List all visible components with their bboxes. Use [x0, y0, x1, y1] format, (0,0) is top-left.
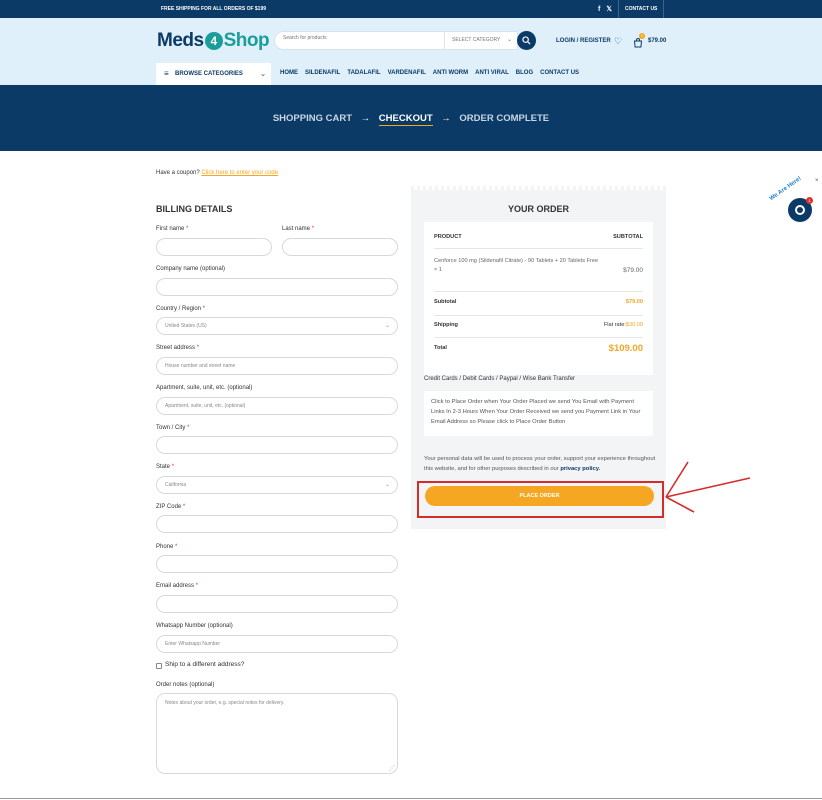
arrow-right-icon: →: [360, 113, 371, 124]
order-table: PRODUCT SUBTOTAL Cenforce 100 mg (Silden…: [424, 222, 653, 375]
subtotal-row: Subtotal $79.00: [434, 299, 643, 305]
email-label: Email address *: [156, 583, 199, 589]
phone-input[interactable]: [156, 555, 398, 573]
country-label: Country / Region *: [156, 306, 206, 312]
chat-button[interactable]: 1: [788, 197, 813, 222]
table-row: Cenforce 100 mg (Sildenafil Citrate) - 9…: [434, 257, 643, 275]
login-register-link[interactable]: LOGIN / REGISTER: [556, 38, 611, 44]
search-button[interactable]: [517, 31, 536, 50]
billing-title: BILLING DETAILS: [156, 204, 233, 214]
street-label: Street address *: [156, 345, 200, 351]
product-price: $79.00: [623, 267, 643, 274]
whatsapp-input[interactable]: Enter Whatsapp Number: [156, 635, 398, 653]
product-qty: × 1: [434, 267, 442, 273]
whatsapp-label: Whatsapp Number (optional): [156, 623, 233, 629]
email-input[interactable]: [156, 595, 398, 613]
state-label: State *: [156, 464, 175, 470]
step-order-complete: ORDER COMPLETE: [459, 113, 550, 124]
order-notes-label: Order notes (optional): [156, 682, 215, 688]
order-title: YOUR ORDER: [507, 204, 569, 214]
privacy-notice: Your personal data will be used to proce…: [424, 456, 656, 472]
resize-handle-icon[interactable]: ⋰: [389, 765, 395, 772]
menu-icon: ≡: [164, 69, 169, 78]
chat-notification-badge: 1: [806, 197, 813, 204]
chat-bubble-icon: [795, 205, 805, 215]
payment-method-label[interactable]: Credit Cards / Debit Cards / Paypal / Wi…: [424, 376, 575, 382]
nav-item-anti-viral[interactable]: ANTI VIRAL: [475, 70, 509, 76]
last-name-input[interactable]: [282, 238, 398, 256]
page-bottom-border: [0, 798, 822, 799]
apartment-label: Apartment, suite, unit, etc. (optional): [156, 385, 253, 391]
nav-item-blog[interactable]: BLOG: [516, 70, 533, 76]
street-input[interactable]: House number and street name: [156, 357, 398, 375]
category-select[interactable]: SELECT CATEGORY ⌄: [444, 32, 518, 49]
step-checkout[interactable]: CHECKOUT: [378, 113, 433, 126]
shipping-row: Shipping Flat rate:$30.00: [434, 322, 643, 328]
top-bar: FREE SHIPPING FOR ALL ORDERS OF $199 f 𝕏…: [0, 0, 822, 18]
chat-close-icon[interactable]: ×: [815, 178, 819, 184]
nav-item-anti-worm[interactable]: ANTI WORM: [433, 70, 468, 76]
total-row: Total $109.00: [434, 343, 643, 354]
country-select[interactable]: United States (US) ⌄: [156, 317, 398, 335]
facebook-icon[interactable]: f: [598, 6, 600, 13]
nav-item-tadalafil[interactable]: TADALAFIL: [347, 70, 380, 76]
order-summary: YOUR ORDER PRODUCT SUBTOTAL Cenforce 100…: [411, 186, 666, 529]
free-shipping-notice: FREE SHIPPING FOR ALL ORDERS OF $199: [161, 6, 267, 12]
privacy-policy-link[interactable]: privacy policy.: [560, 466, 600, 472]
phone-label: Phone *: [156, 544, 178, 550]
apartment-input[interactable]: Apartment, suite, unit, etc. (optional): [156, 397, 398, 415]
zip-label: ZIP Code *: [156, 504, 186, 510]
coupon-notice: Have a coupon? Click here to enter your …: [156, 170, 279, 176]
top-contact-link[interactable]: CONTACT US: [625, 6, 657, 12]
order-notes-textarea[interactable]: Notes about your order, e.g. special not…: [156, 693, 398, 774]
nav-item-contact[interactable]: CONTACT US: [540, 70, 579, 76]
search-input[interactable]: [283, 35, 433, 41]
main-nav: HOME SILDENAFIL TADALAFIL VARDENAFIL ANT…: [280, 70, 579, 76]
zigzag-edge: [411, 186, 666, 190]
arrow-right-icon: →: [441, 113, 451, 124]
chevron-down-icon: ⌄: [506, 37, 512, 43]
town-input[interactable]: [156, 436, 398, 454]
step-shopping-cart[interactable]: SHOPPING CART: [273, 113, 352, 124]
first-name-label: First name *: [156, 226, 189, 232]
divider: [434, 248, 643, 249]
zip-input[interactable]: [156, 515, 398, 533]
nav-item-vardenafil[interactable]: VARDENAFIL: [388, 70, 426, 76]
chevron-down-icon: ⌄: [384, 482, 390, 488]
search-bar: SELECT CATEGORY⌄: [274, 31, 518, 50]
highlight-box: [417, 481, 664, 518]
table-header: PRODUCT SUBTOTAL: [434, 234, 643, 240]
checkout-steps-banner: SHOPPING CART → CHECKOUT → ORDER COMPLET…: [0, 85, 822, 151]
first-name-input[interactable]: [156, 238, 272, 256]
nav-item-sildenafil[interactable]: SILDENAFIL: [305, 70, 340, 76]
search-icon: [522, 36, 531, 45]
divider: [663, 0, 665, 18]
chevron-down-icon: ⌄: [260, 71, 266, 78]
site-logo[interactable]: Meds 4 Shop: [157, 30, 270, 52]
annotation-arrow: [665, 461, 751, 513]
ship-different-checkbox[interactable]: [156, 663, 162, 669]
state-select[interactable]: California ⌄: [156, 476, 398, 494]
cart-total[interactable]: $79.00: [648, 38, 666, 44]
nav-item-home[interactable]: HOME: [280, 70, 298, 76]
company-input[interactable]: [156, 278, 398, 296]
x-icon[interactable]: 𝕏: [606, 5, 612, 13]
ship-different-label[interactable]: Ship to a different address?: [165, 661, 244, 668]
company-label: Company name (optional): [156, 266, 226, 272]
product-name: Cenforce 100 mg (Sildenafil Citrate) - 9…: [434, 258, 599, 264]
chevron-down-icon: ⌄: [384, 323, 390, 329]
wishlist-heart-icon[interactable]: ♡: [614, 36, 622, 47]
divider: [434, 291, 643, 292]
payment-description: Click to Place Order when Your Order Pla…: [424, 391, 653, 436]
divider: [617, 0, 619, 18]
coupon-link[interactable]: Click here to enter your code: [201, 170, 278, 176]
cart-count-badge: 1: [639, 33, 645, 39]
divider: [434, 315, 643, 316]
town-label: Town / City *: [156, 425, 190, 431]
browse-categories-button[interactable]: ≡ BROWSE CATEGORIES ⌄: [156, 63, 271, 85]
cart-icon[interactable]: 1: [633, 33, 645, 48]
last-name-label: Last name *: [282, 226, 315, 232]
divider: [434, 337, 643, 338]
